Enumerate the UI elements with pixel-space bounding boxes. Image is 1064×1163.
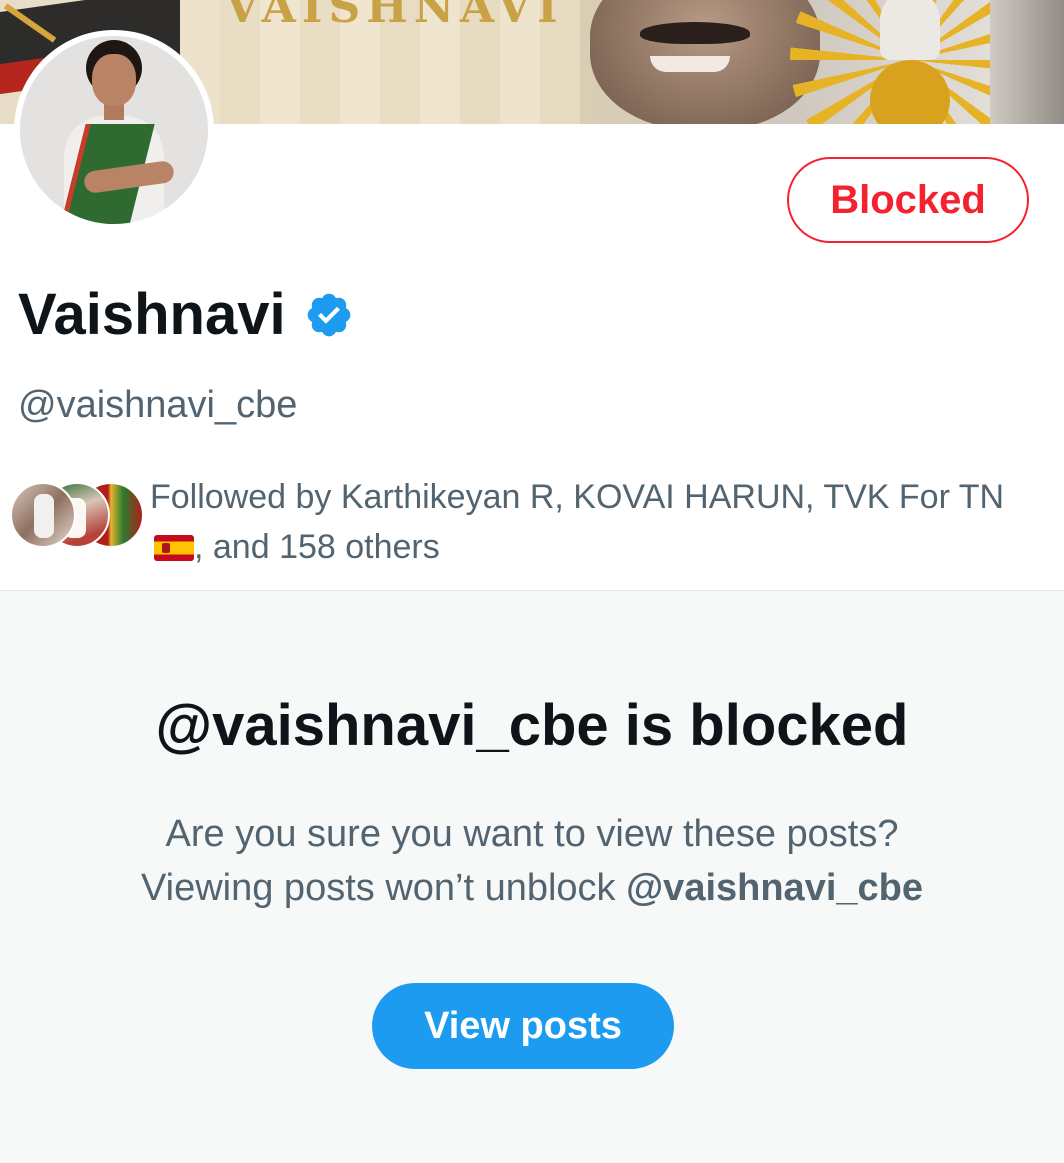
followed-by-text[interactable]: Followed by Karthikeyan R, KOVAI HARUN, …: [150, 472, 1030, 572]
name-row: Vaishnavi: [18, 283, 354, 347]
display-name: Vaishnavi: [18, 282, 286, 347]
banner-portrait-smile: [650, 56, 730, 72]
banner-portrait-detail: [640, 22, 750, 44]
profile-page: VAISHNAVI Blocked Vaishnavi @vaishnavi_c…: [0, 0, 1064, 1163]
blocked-notice: @vaishnavi_cbe is blocked Are you sure y…: [0, 590, 1064, 1163]
followed-by-count: , and 158 others: [194, 528, 440, 566]
followed-by-names: Followed by Karthikeyan R, KOVAI HARUN, …: [150, 478, 1005, 516]
blocked-notice-description: Are you sure you want to view these post…: [0, 807, 1064, 915]
blocked-notice-title: @vaishnavi_cbe is blocked: [155, 693, 909, 758]
view-posts-button[interactable]: View posts: [372, 983, 674, 1069]
blocked-notice-line2: Viewing posts won’t unblock @vaishnavi_c…: [0, 861, 1064, 915]
spain-flag-icon: [154, 535, 194, 561]
blocked-notice-handle: @vaishnavi_cbe: [626, 867, 923, 909]
verified-badge-icon[interactable]: [304, 290, 354, 340]
avatar-head: [92, 54, 136, 106]
follower-avatar: [10, 482, 76, 548]
blocked-notice-line2-text: Viewing posts won’t unblock: [140, 867, 627, 909]
banner-art-text: VAISHNAVI: [225, 0, 564, 33]
banner-edge-shade: [990, 0, 1064, 124]
avatar[interactable]: [20, 36, 208, 224]
banner-statue-graphic: [880, 0, 940, 60]
user-handle: @vaishnavi_cbe: [18, 384, 298, 426]
mutual-followers-avatars[interactable]: [10, 482, 144, 552]
blocked-notice-line1: Are you sure you want to view these post…: [165, 813, 899, 855]
blocked-button[interactable]: Blocked: [787, 157, 1029, 243]
